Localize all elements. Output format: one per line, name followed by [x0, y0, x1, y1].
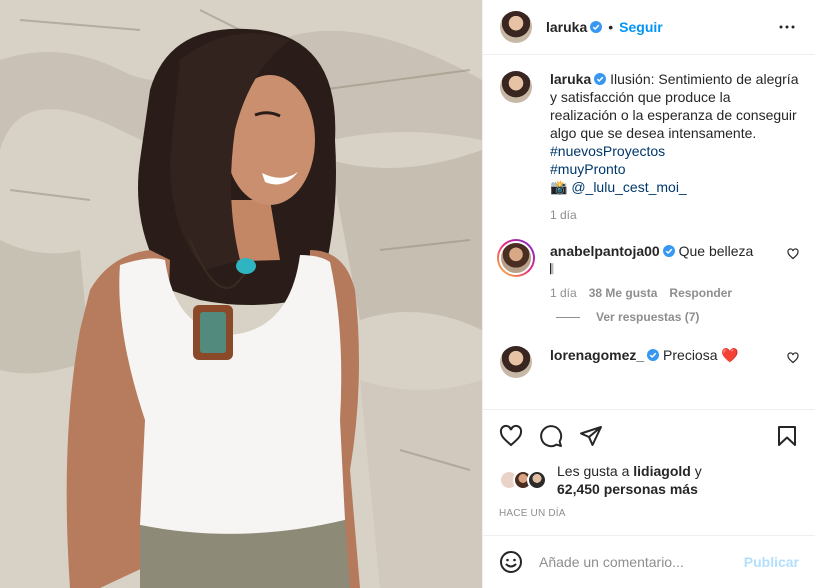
comment-item: anabelpantoja00 Que belleza 𝄃 1 día 38 M… — [497, 239, 799, 302]
comment-bubble-icon[interactable] — [539, 424, 563, 448]
post-photo[interactable] — [0, 0, 482, 588]
caption-time[interactable]: 1 día — [550, 206, 577, 224]
likes-suffix: y — [694, 463, 702, 479]
photo-illustration — [0, 0, 482, 588]
comment-text: Preciosa — [663, 347, 718, 363]
comment-input[interactable] — [539, 554, 744, 570]
likers-avatars[interactable] — [499, 470, 557, 490]
comment-emoji: 𝄃 — [550, 261, 554, 277]
comment-like-heart-icon[interactable] — [787, 248, 799, 260]
comments-list[interactable]: laruka Ilusión: Sentimiento de alegría y… — [483, 55, 815, 409]
likes-summary: Les gusta a lidiagold y 62,450 personas … — [499, 462, 799, 498]
commenter-avatar[interactable] — [500, 346, 532, 378]
comment-likes[interactable]: 38 Me gusta — [589, 284, 658, 302]
caption-avatar[interactable] — [500, 71, 532, 103]
likes-count[interactable]: 62,450 personas más — [557, 481, 698, 497]
verified-badge-icon — [662, 245, 675, 257]
comment-like-heart-icon[interactable] — [787, 352, 799, 364]
replies-divider — [556, 316, 580, 318]
post-side-panel: laruka • Seguir laruka Ilusión: Sentimie… — [482, 0, 815, 588]
likes-text: Les gusta a lidiagold y 62,450 personas … — [557, 462, 702, 498]
hashtag-link[interactable]: #muyPronto — [550, 160, 799, 178]
comment-item: lorenagomez_ Preciosa ❤️ — [500, 346, 799, 378]
emoji-smiley-icon[interactable] — [499, 550, 523, 574]
comment-time[interactable]: 1 día — [550, 284, 577, 302]
publish-button[interactable]: Publicar — [744, 554, 799, 570]
header-separator: • — [608, 19, 614, 35]
post-timestamp[interactable]: HACE UN DÍA — [499, 508, 799, 519]
author-avatar[interactable] — [500, 11, 532, 43]
view-replies-button[interactable]: Ver respuestas (7) — [556, 310, 799, 324]
view-replies-label: Ver respuestas (7) — [596, 310, 700, 324]
camera-emoji: 📸 — [550, 179, 568, 195]
liker-username[interactable]: lidiagold — [633, 463, 691, 479]
commenter-username[interactable]: anabelpantoja00 — [550, 243, 660, 259]
author-username[interactable]: laruka — [546, 19, 587, 35]
caption-username[interactable]: laruka — [550, 71, 591, 87]
comment-text: Que belleza — [678, 243, 754, 259]
verified-badge-icon — [590, 21, 603, 33]
likes-prefix: Les gusta a — [557, 463, 630, 479]
like-heart-icon[interactable] — [499, 424, 523, 448]
follow-button[interactable]: Seguir — [619, 19, 663, 35]
share-paper-plane-icon[interactable] — [579, 424, 603, 448]
instagram-post: laruka • Seguir laruka Ilusión: Sentimie… — [0, 0, 815, 588]
comment-composer: Publicar — [483, 535, 815, 588]
verified-badge-icon — [594, 73, 607, 85]
mention-link[interactable]: @_lulu_cest_moi_ — [571, 179, 686, 195]
caption: laruka Ilusión: Sentimiento de alegría y… — [500, 71, 799, 224]
post-actions: Les gusta a lidiagold y 62,450 personas … — [483, 409, 815, 519]
commenter-username[interactable]: lorenagomez_ — [550, 347, 644, 363]
comment-emoji: ❤️ — [721, 347, 739, 363]
post-header: laruka • Seguir — [483, 0, 815, 55]
commenter-avatar[interactable] — [497, 239, 535, 277]
bookmark-icon[interactable] — [775, 424, 799, 448]
reply-button[interactable]: Responder — [669, 284, 732, 302]
ellipsis-icon[interactable] — [775, 15, 799, 39]
verified-badge-icon — [647, 349, 660, 361]
hashtag-link[interactable]: #nuevosProyectos — [550, 142, 799, 160]
